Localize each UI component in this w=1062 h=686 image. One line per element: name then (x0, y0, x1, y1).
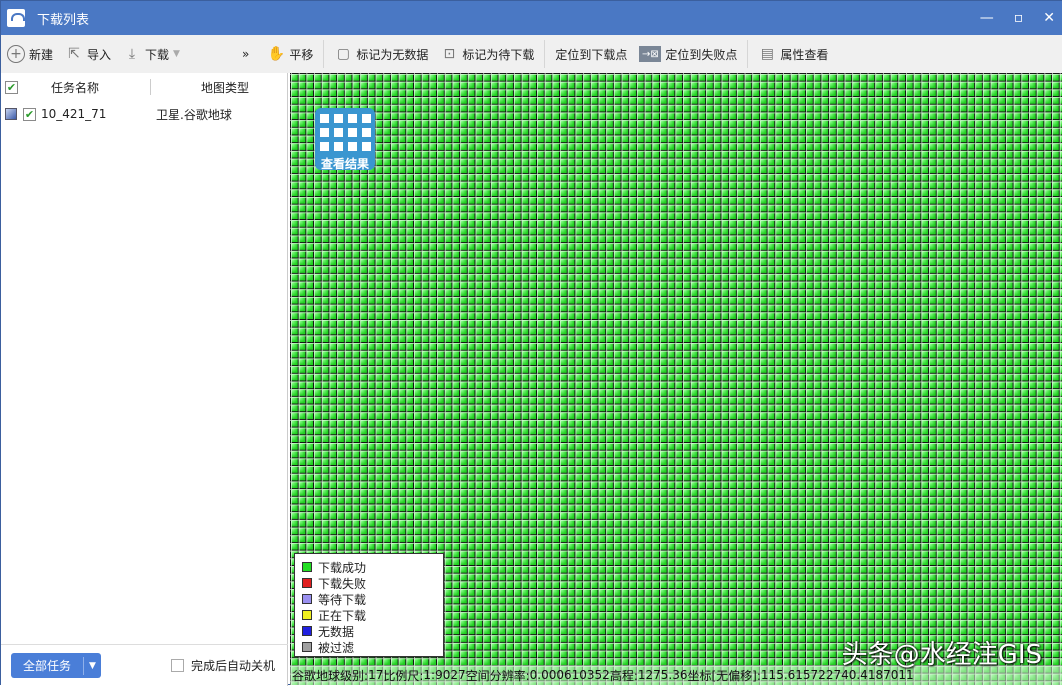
new-label: 新建 (29, 47, 54, 62)
download-label: 下载 (145, 47, 170, 62)
import-icon: ⇱ (68, 46, 80, 62)
select-all-checkbox[interactable]: ✔ (5, 80, 18, 94)
locate-download-label: 定位到下载点 (555, 47, 628, 62)
column-task-name[interactable]: 任务名称 (51, 79, 99, 96)
mark-pending-label: 标记为待下载 (462, 47, 535, 62)
download-icon: ⤓ (128, 46, 136, 62)
status-coord-label: 坐标[无偏移]: (687, 668, 761, 683)
more-label: » (241, 47, 250, 61)
task-map-type: 卫星.谷歌地球 (156, 107, 232, 122)
legend-swatch (302, 578, 312, 588)
legend-item: 等待下载 (302, 591, 436, 607)
task-status-icon (5, 108, 17, 120)
window-title: 下载列表 (37, 12, 90, 28)
separator (544, 40, 546, 68)
status-scale-label: 比例尺: (383, 668, 424, 683)
locate-failed-button[interactable]: →⊠ 定位到失败点 (633, 39, 743, 69)
maximize-button[interactable]: ▫ (1014, 10, 1024, 26)
import-label: 导入 (87, 47, 112, 62)
watermark: 头条@水经注GIS (841, 640, 1042, 670)
legend-swatch (302, 642, 312, 652)
legend-swatch (302, 626, 312, 636)
all-tasks-dropdown[interactable]: 全部任务 ▼ (11, 653, 101, 678)
task-list-panel: ✔ 任务名称 地图类型 ✔ 10_421_71 卫星.谷歌地球 全部任务 ▼ 完… (1, 73, 288, 686)
grid-icon (315, 108, 375, 151)
legend-swatch (302, 594, 312, 604)
task-footer: 全部任务 ▼ 完成后自动关机 (1, 644, 288, 686)
arrow-box-icon: →⊠ (639, 46, 662, 62)
square-icon: ▢ (336, 46, 350, 62)
locate-download-button[interactable]: 定位到下载点 (549, 39, 633, 69)
status-elev: 1275.36 (637, 668, 688, 682)
separator (747, 40, 749, 68)
legend-item: 无数据 (302, 623, 436, 639)
caret-down-icon: ▼ (89, 660, 96, 671)
task-table-header: ✔ 任务名称 地图类型 (1, 73, 287, 101)
status-res-label: 空间分辨率: (465, 668, 530, 683)
legend-label: 等待下载 (318, 592, 367, 607)
status-elev-label: 高程: (609, 668, 638, 683)
shutdown-label: 完成后自动关机 (191, 659, 276, 673)
all-tasks-label: 全部任务 (22, 659, 71, 673)
legend-item: 被过滤 (302, 639, 436, 655)
properties-label: 属性查看 (780, 47, 829, 62)
mark-nodata-label: 标记为无数据 (356, 47, 429, 62)
plus-circle-icon: + (7, 45, 25, 63)
close-button[interactable]: ✕ (1043, 10, 1055, 26)
legend-item: 下载成功 (302, 559, 436, 575)
status-source: 谷歌地球 (292, 668, 341, 683)
legend-swatch (302, 562, 312, 572)
new-button[interactable]: + 新建 (1, 39, 59, 69)
pan-label: 平移 (289, 47, 314, 62)
legend-item: 正在下载 (302, 607, 436, 623)
legend-label: 下载失败 (318, 576, 367, 591)
legend-swatch (302, 610, 312, 620)
status-level: 17 (368, 668, 384, 682)
status-lon: 115.6157227 (760, 668, 842, 682)
column-divider[interactable] (150, 79, 151, 95)
legend-label: 正在下载 (318, 608, 367, 623)
legend-label: 被过滤 (318, 640, 355, 655)
properties-icon: ▤ (760, 46, 774, 62)
hand-icon: ✋ (267, 46, 286, 62)
import-button[interactable]: ⇱ 导入 (59, 39, 117, 69)
mark-pending-button[interactable]: ⊡ 标记为待下载 (434, 39, 540, 69)
more-button[interactable]: » (236, 39, 255, 69)
status-res: 0.000610352 (529, 668, 610, 682)
properties-button[interactable]: ▤ 属性查看 (752, 39, 834, 69)
title-bar: 下载列表 — ▫ ✕ (1, 1, 1062, 35)
mark-nodata-button[interactable]: ▢ 标记为无数据 (328, 39, 434, 69)
column-map-type[interactable]: 地图类型 (201, 79, 249, 96)
shutdown-checkbox[interactable] (171, 659, 184, 672)
download-box-icon: ⊡ (443, 46, 456, 62)
tile-map[interactable]: 查看结果 下载成功 下载失败 等待下载 正在下载 无数据 被过滤 谷歌地球 级别: 17 … (290, 73, 1062, 685)
toolbar: + 新建 ⇱ 导入 ⤓ 下载 ▼ » ✋ 平移 ▢ 标记为无数据 ⊡ 标记为待下载 定位到下载… (1, 35, 1062, 73)
view-result-label: 查看结果 (320, 157, 369, 171)
status-level-label: 级别: (340, 668, 369, 683)
minimize-button[interactable]: — (980, 10, 994, 26)
status-scale: 1:9027 (423, 668, 466, 682)
table-row[interactable]: ✔ 10_421_71 卫星.谷歌地球 (1, 101, 287, 127)
caret-down-icon: ▼ (173, 49, 180, 59)
task-name: 10_421_71 (41, 107, 107, 121)
legend-item: 下载失败 (302, 575, 436, 591)
task-checkbox[interactable]: ✔ (23, 107, 36, 121)
legend-label: 无数据 (318, 624, 355, 639)
download-dropdown[interactable]: ⤓ 下载 ▼ (117, 39, 186, 69)
pan-button[interactable]: ✋ 平移 (261, 39, 319, 69)
app-logo-icon (7, 9, 25, 27)
locate-failed-label: 定位到失败点 (665, 47, 738, 62)
legend-label: 下载成功 (318, 560, 367, 575)
separator (323, 40, 325, 68)
view-result-button[interactable]: 查看结果 (315, 108, 375, 171)
legend: 下载成功 下载失败 等待下载 正在下载 无数据 被过滤 (294, 553, 444, 657)
